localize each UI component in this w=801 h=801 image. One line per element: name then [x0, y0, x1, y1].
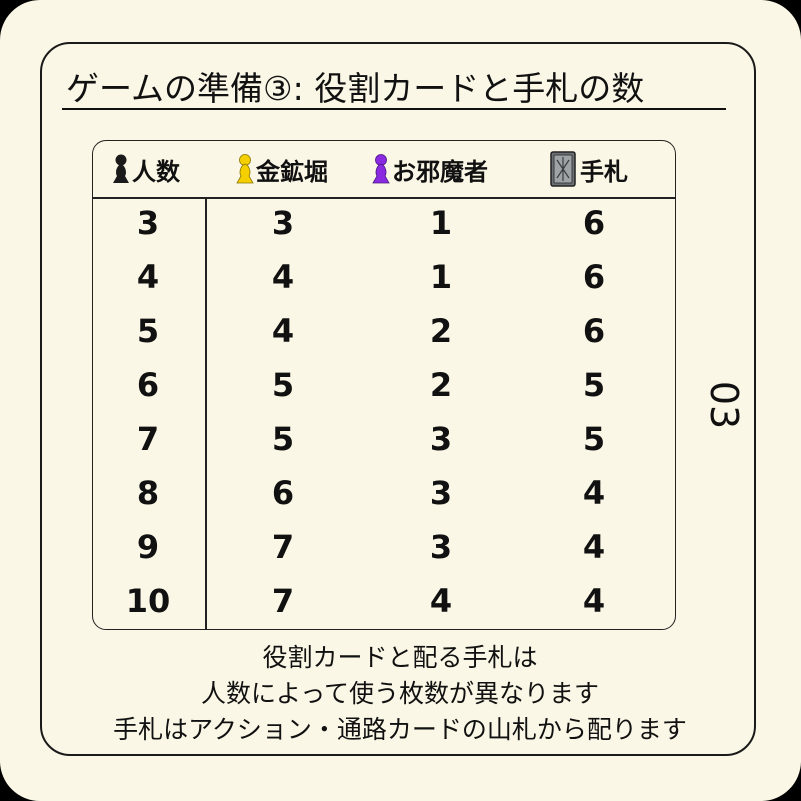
page-number: 03: [702, 380, 746, 430]
row-3-players: 5: [136, 312, 160, 350]
table-column-divider: [205, 198, 207, 629]
row-8-gold-miners: 7: [271, 582, 295, 620]
row-3-saboteurs: 2: [429, 312, 453, 350]
row-5-saboteurs: 3: [429, 420, 453, 458]
card-icon: [550, 151, 576, 187]
header-hand-cards: 手札: [550, 146, 628, 192]
row-5-gold-miners: 5: [271, 420, 295, 458]
row-3-gold-miners: 4: [271, 312, 295, 350]
row-6-saboteurs: 3: [429, 474, 453, 512]
row-8-saboteurs: 4: [429, 582, 453, 620]
row-1-players: 3: [136, 204, 160, 242]
header-gold-miners-label: 金鉱堀: [256, 157, 328, 186]
row-7-players: 9: [136, 528, 160, 566]
header-saboteurs-label: お邪魔者: [392, 157, 488, 186]
header-gold-miners: 金鉱堀: [236, 146, 328, 192]
note-line-3: 手札はアクション・通路カードの山札から配ります: [113, 715, 687, 744]
row-5-players: 7: [136, 420, 160, 458]
row-7-saboteurs: 3: [429, 528, 453, 566]
rules-card: ゲームの準備③: 役割カードと手札の数 人数 金鉱堀 お邪魔者 手札 3 3 1…: [0, 0, 801, 801]
title-underline: [62, 108, 726, 110]
row-6-gold-miners: 6: [271, 474, 295, 512]
row-5-hand-cards: 5: [582, 420, 606, 458]
row-6-hand-cards: 4: [582, 474, 606, 512]
note-line-1: 役割カードと配る手札は: [262, 643, 538, 672]
row-1-hand-cards: 6: [582, 204, 606, 242]
page-title: ゲームの準備③: 役割カードと手札の数: [66, 69, 645, 108]
row-3-hand-cards: 6: [582, 312, 606, 350]
row-6-players: 8: [136, 474, 160, 512]
row-1-saboteurs: 1: [429, 204, 453, 242]
gold-miner-pawn-icon: [236, 154, 254, 184]
row-2-hand-cards: 6: [582, 258, 606, 296]
row-4-gold-miners: 5: [271, 366, 295, 404]
row-1-gold-miners: 3: [271, 204, 295, 242]
header-saboteurs: お邪魔者: [372, 146, 488, 192]
row-7-hand-cards: 4: [582, 528, 606, 566]
row-2-players: 4: [136, 258, 160, 296]
header-players-label: 人数: [132, 157, 180, 186]
row-2-saboteurs: 1: [429, 258, 453, 296]
player-pawn-icon: [113, 154, 129, 183]
row-4-saboteurs: 2: [429, 366, 453, 404]
row-4-hand-cards: 5: [582, 366, 606, 404]
row-4-players: 6: [136, 366, 160, 404]
row-8-hand-cards: 4: [582, 582, 606, 620]
header-hand-cards-label: 手札: [580, 157, 628, 186]
saboteur-pawn-icon: [372, 154, 390, 184]
row-2-gold-miners: 4: [271, 258, 295, 296]
row-8-players: 10: [125, 582, 171, 620]
row-7-gold-miners: 7: [271, 528, 295, 566]
header-players: 人数: [112, 146, 180, 192]
note-line-2: 人数によって使う枚数が異なります: [200, 679, 599, 708]
